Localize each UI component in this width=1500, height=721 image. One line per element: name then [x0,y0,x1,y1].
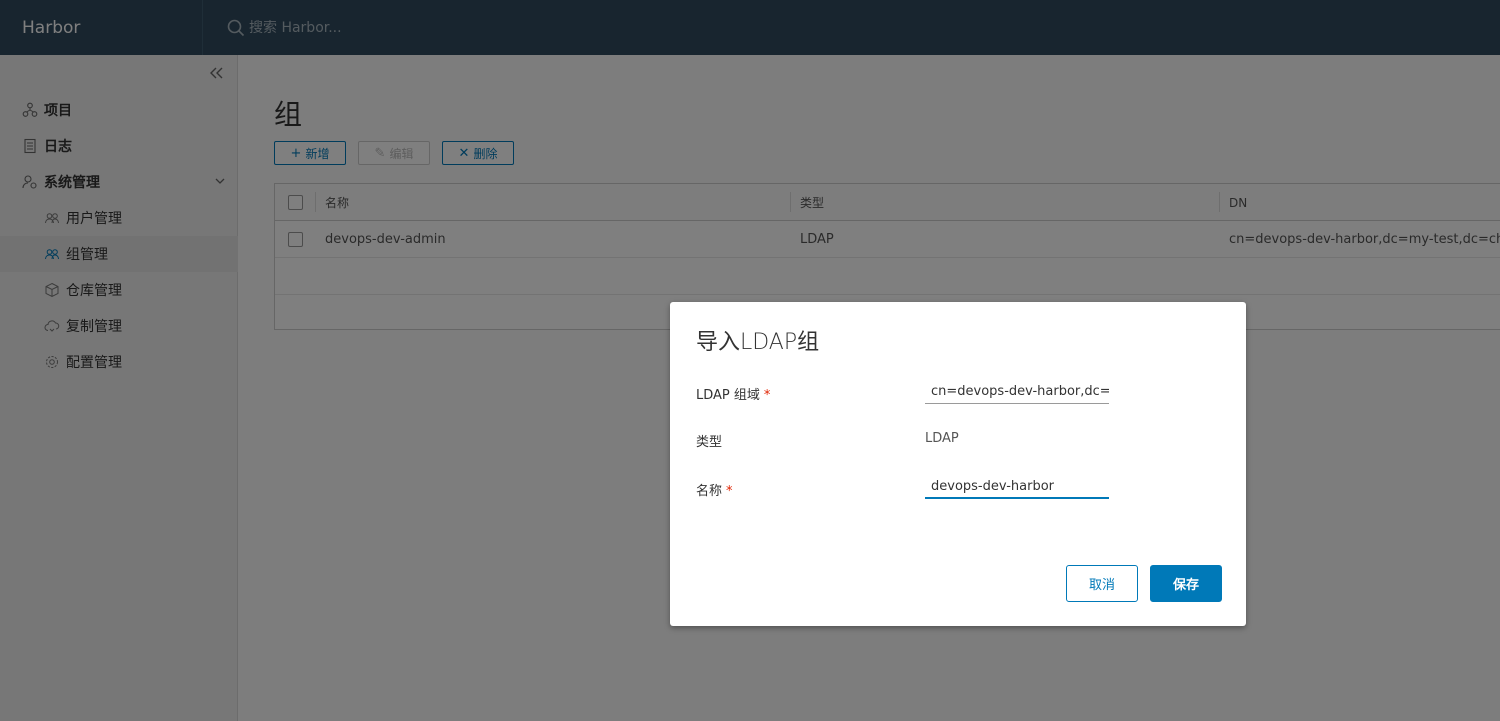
import-ldap-group-dialog: 导入LDAP组 LDAP 组域* 类型 LDAP 名称* 取消 保存 [670,302,1246,626]
required-mark: * [726,484,733,499]
type-value: LDAP [925,431,959,446]
ldap-dn-label-text: LDAP 组域 [696,388,760,403]
cancel-button[interactable]: 取消 [1066,565,1138,602]
ldap-dn-label: LDAP 组域 * [696,384,770,403]
required-mark: * [763,388,771,403]
dialog-title: 导入LDAP组 [696,330,820,355]
name-label: 名称 * [696,480,733,499]
save-button[interactable]: 保存 [1150,565,1222,602]
name-label-text: 名称 [696,484,723,499]
ldap-dn-input[interactable] [925,380,1109,404]
group-name-input[interactable] [925,475,1109,499]
type-label: 类型 [696,435,723,450]
